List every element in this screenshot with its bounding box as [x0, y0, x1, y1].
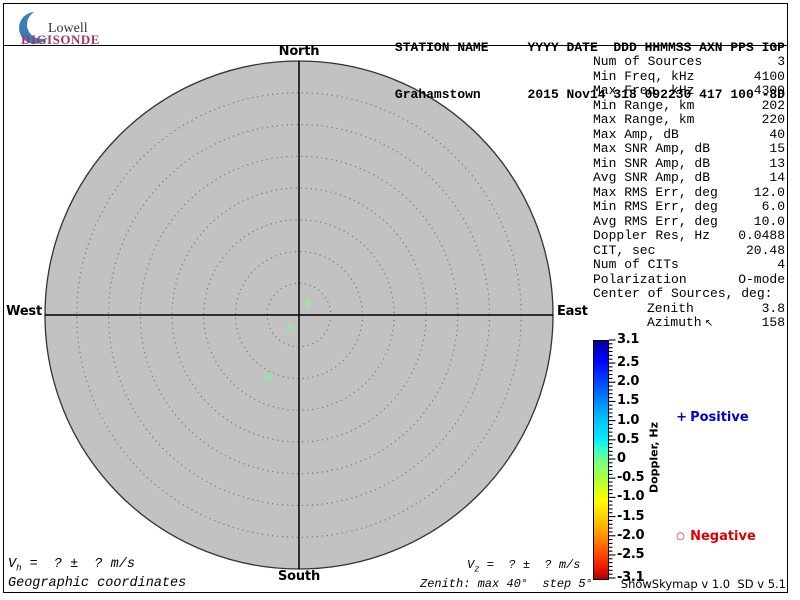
colorbar-tick-label: 0.5 — [617, 431, 640, 447]
param-label: Max Amp, dB — [593, 126, 679, 142]
param-value: 158 — [761, 315, 785, 330]
param-value: 14 — [769, 170, 785, 185]
param-row: Azimuth ↖ 158 — [593, 315, 785, 331]
param-value: 202 — [761, 97, 785, 113]
param-row: Center of Sources, deg: — [593, 286, 785, 302]
compass-label-west: West — [6, 304, 42, 319]
param-row: Avg RMS Err, deg 10.0 — [593, 213, 785, 230]
colorbar-tick-label: -2.5 — [617, 546, 645, 562]
param-value: 15 — [769, 141, 785, 156]
param-value: 20.48 — [745, 242, 785, 258]
param-row: Num of CITs 4 — [593, 257, 785, 273]
compass-label-south: South — [277, 569, 321, 584]
param-row: Zenith 3.8 — [593, 300, 785, 317]
legend-positive: + Positive — [667, 395, 749, 425]
param-row: Min SNR Amp, dB 13 — [593, 155, 785, 172]
param-label: Num of Sources — [593, 54, 703, 69]
param-label: Min Freq, kHz — [593, 68, 695, 84]
parameter-panel: Num of Sources 3 Min Freq, kHz 4100 Max Freq… — [593, 54, 785, 331]
param-row: Max Range, km 220 — [593, 112, 785, 128]
station-columns-row: STATION NAME YYYY DATE DDD HHMMSS AXN PP… — [394, 40, 785, 55]
param-row: Polarization O-mode — [593, 271, 785, 288]
param-label: Avg SNR Amp, dB — [593, 170, 711, 185]
param-row: Max Freq, kHz 4300 — [593, 83, 785, 99]
param-label: CIT, sec — [593, 242, 656, 258]
param-row: CIT, sec 20.48 — [593, 242, 785, 259]
doppler-axis-title: Doppler, Hz — [647, 421, 661, 494]
param-label: Max Freq, kHz — [593, 83, 695, 98]
colorbar-tick-label: -0.5 — [617, 470, 645, 486]
param-value: O-mode — [738, 271, 785, 287]
version-label: ShowSkymap v 1.0 SD v 5.1 — [620, 577, 786, 591]
param-value: 3 — [777, 54, 785, 69]
param-value: 220 — [761, 112, 785, 127]
legend-positive-label: Positive — [690, 410, 749, 425]
colorbar-tick-label: 3.1 — [617, 332, 640, 347]
param-value: 6.0 — [761, 199, 785, 214]
param-value: 13 — [769, 155, 785, 171]
param-value: 3.8 — [761, 300, 785, 316]
zenith-range-note: Zenith: max 40° step 5° — [420, 577, 593, 591]
header-bar: Lowell DIGISONDE STATION NAME YYYY DATE … — [4, 4, 787, 102]
param-label: Zenith — [647, 300, 694, 316]
param-row: Min Freq, kHz 4100 — [593, 68, 785, 85]
param-row: Max RMS Err, deg 12.0 — [593, 184, 785, 201]
param-label: Min Range, km — [593, 97, 695, 113]
param-label: Max SNR Amp, dB — [593, 141, 711, 156]
param-row: Doppler Res, Hz 0.0488 — [593, 228, 785, 244]
param-label: Azimuth ↖ — [647, 315, 714, 330]
param-label: Max RMS Err, deg — [593, 184, 718, 200]
param-value: 0.0488 — [738, 228, 785, 243]
param-label: Max Range, km — [593, 112, 695, 127]
vh-velocity-readout: Vh = ? ± ? m/s — [8, 557, 135, 574]
colorbar-tick-label: 2.0 — [617, 374, 640, 390]
param-value: 4100 — [753, 68, 785, 84]
param-row: Max SNR Amp, dB 15 — [593, 141, 785, 157]
param-label: Polarization — [593, 271, 687, 287]
param-label: Min SNR Amp, dB — [593, 155, 711, 171]
colorbar-tick-label: -1.5 — [617, 508, 645, 524]
azimuth-direction-icon: ↖ — [701, 318, 714, 329]
colorbar-tick-label: 1.0 — [617, 412, 640, 428]
legend-negative-label: Negative — [690, 529, 756, 544]
legend-negative: ○ Negative — [667, 514, 756, 544]
circle-marker-icon: ○ — [676, 531, 685, 542]
doppler-colorbar — [593, 340, 609, 580]
compass-label-east: East — [557, 304, 588, 319]
param-label: Min RMS Err, deg — [593, 199, 718, 214]
param-row: Min Range, km 202 — [593, 97, 785, 114]
param-label: Doppler Res, Hz — [593, 228, 711, 243]
param-value: 4300 — [753, 83, 785, 98]
param-label: Avg RMS Err, deg — [593, 213, 718, 229]
param-label: Center of Sources, deg: — [593, 286, 773, 301]
plus-marker-icon: + — [676, 410, 687, 425]
param-row: Min RMS Err, deg 6.0 — [593, 199, 785, 215]
colorbar-tick-label: -2.0 — [617, 527, 645, 543]
param-label: Num of CITs — [593, 257, 679, 272]
param-row: Max Amp, dB 40 — [593, 126, 785, 143]
param-value: 4 — [777, 257, 785, 272]
logo-digisonde-text: DIGISONDE — [21, 32, 100, 47]
colorbar-tick-label: 2.5 — [617, 355, 640, 371]
compass-label-north: North — [278, 44, 320, 59]
colorbar-tick-label: 0 — [617, 451, 626, 466]
param-value: 40 — [769, 126, 785, 142]
vz-velocity-readout: Vz = ? ± ? m/s — [467, 558, 581, 575]
param-value: 10.0 — [753, 213, 785, 229]
param-value: 12.0 — [753, 184, 785, 200]
colorbar-tick-label: 1.5 — [617, 393, 640, 409]
colorbar-tick-label: -1.0 — [617, 489, 645, 505]
param-row: Avg SNR Amp, dB 14 — [593, 170, 785, 186]
geographic-coordinates-label: Geographic coordinates — [8, 576, 187, 591]
param-row: Num of Sources 3 — [593, 54, 785, 70]
